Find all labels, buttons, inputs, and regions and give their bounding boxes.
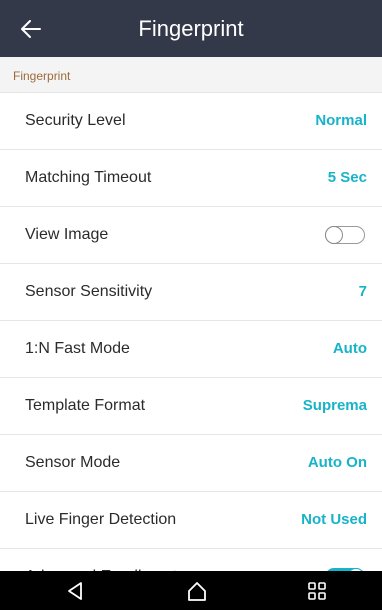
- setting-value: Auto: [332, 340, 367, 357]
- setting-label: Template Format: [25, 397, 146, 414]
- setting-label: Live Finger Detection: [25, 511, 177, 528]
- setting-value: 5 Sec: [327, 169, 367, 186]
- system-nav-bar: [0, 571, 382, 610]
- nav-back-triangle-icon: [68, 582, 82, 600]
- nav-back-button[interactable]: [58, 577, 92, 605]
- nav-home-button[interactable]: [180, 577, 214, 605]
- setting-row-template-format[interactable]: Template Format Suprema: [0, 378, 382, 435]
- setting-label: 1:N Fast Mode: [25, 340, 130, 357]
- setting-value: Not Used: [301, 511, 367, 528]
- setting-value: Auto On: [307, 454, 367, 471]
- setting-row-fast-mode[interactable]: 1:N Fast Mode Auto: [0, 321, 382, 378]
- setting-value: 7: [358, 283, 367, 300]
- app-bar: Fingerprint: [0, 0, 382, 57]
- toggle-knob: [325, 226, 343, 244]
- settings-list: Security Level Normal Matching Timeout 5…: [0, 93, 382, 606]
- setting-row-matching-timeout[interactable]: Matching Timeout 5 Sec: [0, 150, 382, 207]
- setting-row-live-finger-detection[interactable]: Live Finger Detection Not Used: [0, 492, 382, 549]
- section-title: Fingerprint: [13, 69, 71, 83]
- nav-recents-button[interactable]: [300, 577, 334, 605]
- nav-recents-grid-icon: [308, 582, 326, 600]
- setting-value: Suprema: [302, 397, 367, 414]
- setting-row-sensor-mode[interactable]: Sensor Mode Auto On: [0, 435, 382, 492]
- nav-home-icon: [188, 582, 206, 601]
- view-image-toggle[interactable]: [325, 226, 365, 244]
- setting-value: Normal: [315, 112, 367, 129]
- section-header: Fingerprint: [0, 57, 382, 93]
- setting-row-security-level[interactable]: Security Level Normal: [0, 93, 382, 150]
- setting-label: View Image: [25, 226, 109, 243]
- setting-label: Security Level: [25, 112, 126, 129]
- setting-label: Matching Timeout: [25, 169, 152, 186]
- setting-row-sensor-sensitivity[interactable]: Sensor Sensitivity 7: [0, 264, 382, 321]
- setting-label: Sensor Mode: [25, 454, 121, 471]
- page-title: Fingerprint: [138, 16, 244, 41]
- setting-label: Sensor Sensitivity: [25, 283, 153, 300]
- setting-row-view-image: View Image: [0, 207, 382, 264]
